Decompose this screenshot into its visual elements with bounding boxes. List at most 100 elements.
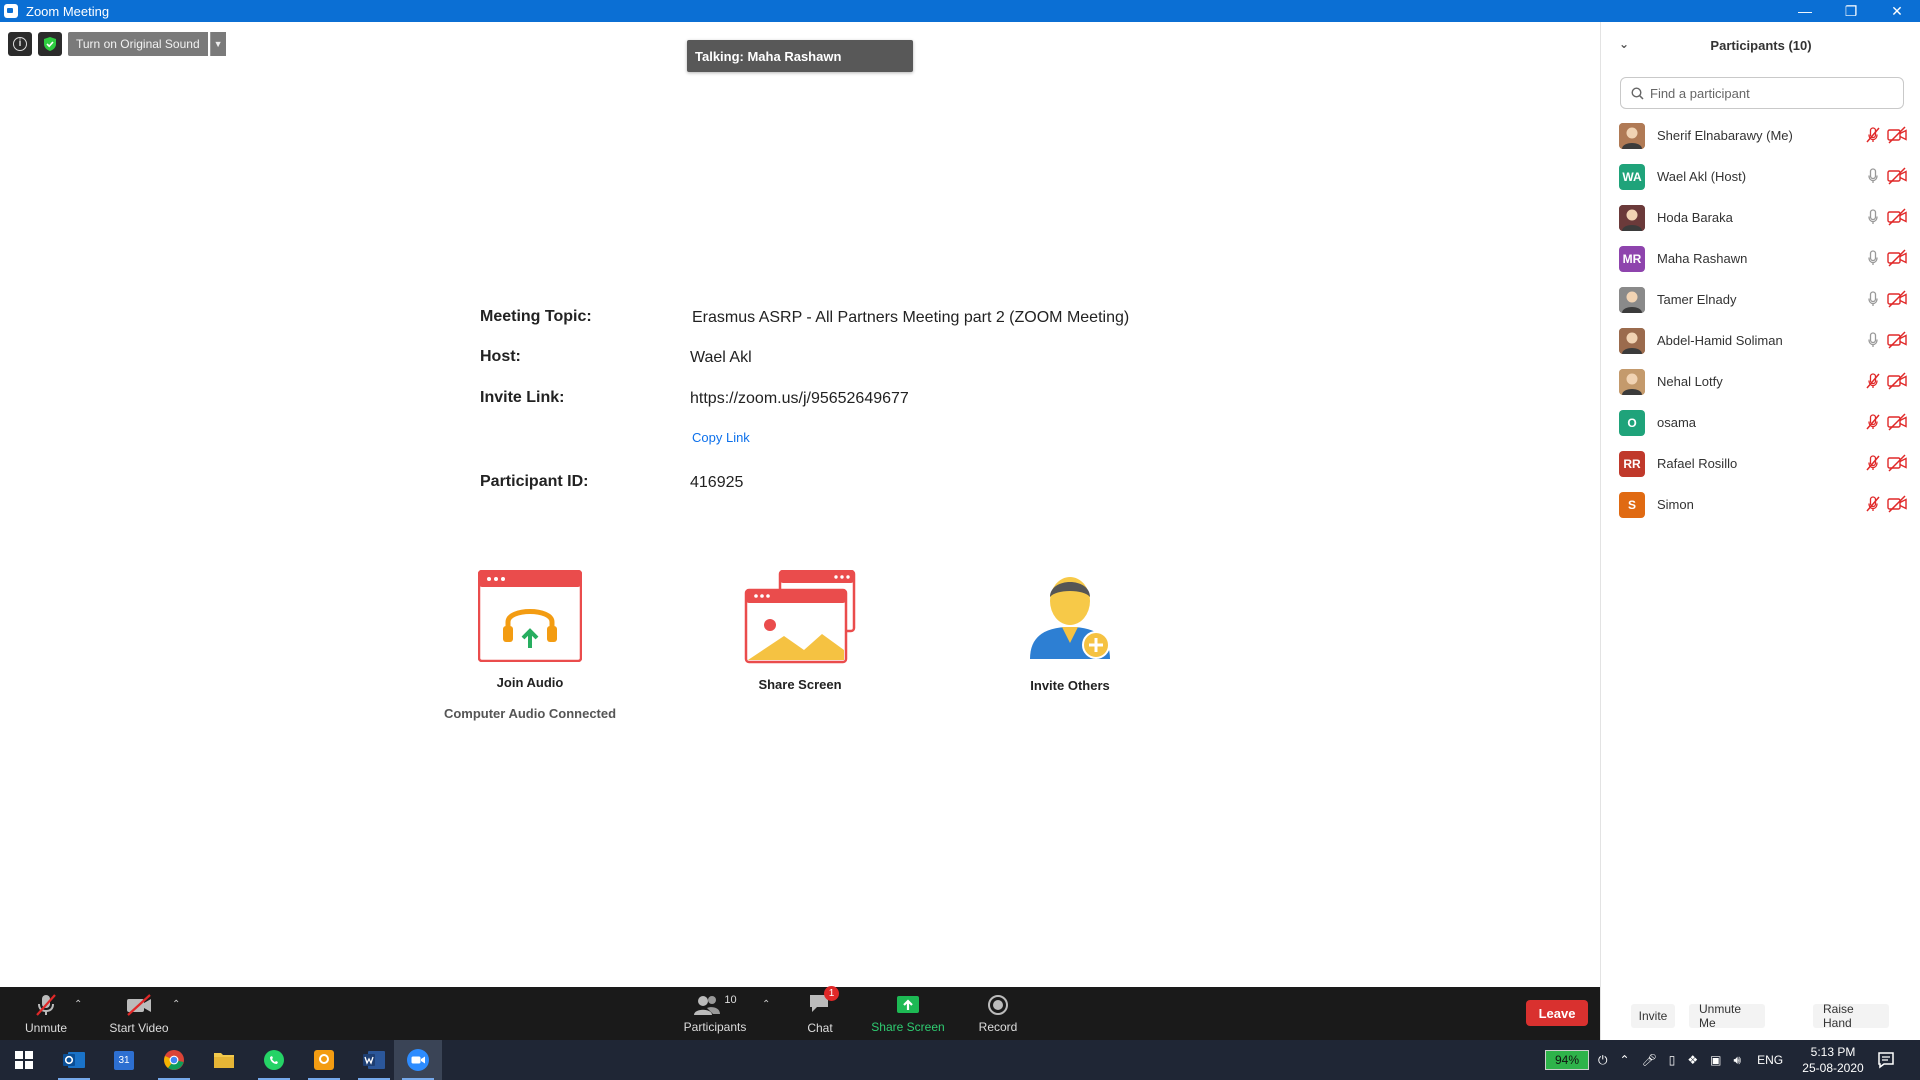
participant-row[interactable]: Tamer Elnady <box>1601 279 1920 320</box>
participant-row[interactable]: RR Rafael Rosillo <box>1601 443 1920 484</box>
video-off-icon[interactable] <box>1886 412 1908 432</box>
outlook-icon <box>63 1052 85 1068</box>
clock-date: 25-08-2020 <box>1802 1061 1864 1075</box>
network-icon[interactable]: ▣ <box>1710 1053 1721 1067</box>
taskbar-file-explorer[interactable] <box>200 1040 248 1080</box>
video-off-icon[interactable] <box>1886 289 1908 309</box>
video-off-icon[interactable] <box>1886 330 1908 350</box>
battery-tray-icon[interactable]: ▯ <box>1669 1053 1676 1067</box>
participant-avatar <box>1619 327 1645 354</box>
input-language[interactable]: ENG <box>1757 1053 1783 1067</box>
video-off-icon <box>127 993 151 1016</box>
share-screen-tile[interactable]: Share Screen <box>720 569 880 692</box>
unmute-label: Unmute <box>24 1020 68 1035</box>
show-hidden-icons-chevron[interactable]: ⌃ <box>1620 1053 1630 1067</box>
shield-icon <box>44 37 56 51</box>
participant-row[interactable]: Abdel-Hamid Soliman <box>1601 320 1920 361</box>
leave-button[interactable]: Leave <box>1526 1000 1588 1026</box>
participant-row[interactable]: Sherif Elnabarawy (Me) <box>1601 115 1920 156</box>
participant-initials: O <box>1627 415 1637 430</box>
meeting-topic-value: Erasmus ASRP - All Partners Meeting part… <box>692 309 1130 326</box>
meeting-info-button[interactable]: i <box>8 32 32 56</box>
meeting-toolbar: Unmute ⌃ Start Video ⌃ 10 Participants ⌃ <box>0 986 1600 1040</box>
taskbar-zoom-app[interactable] <box>300 1040 348 1080</box>
muted-mic-icon[interactable] <box>1863 371 1883 391</box>
window-title: Zoom Meeting <box>26 3 110 19</box>
taskbar-clock[interactable]: 5:13 PM 25-08-2020 <box>1800 1044 1866 1076</box>
microphone-icon[interactable]: 🎤︎ <box>1642 1053 1657 1067</box>
original-sound-dropdown[interactable]: ▼ <box>209 32 226 56</box>
taskbar-whatsapp[interactable] <box>250 1040 298 1080</box>
action-center-button[interactable] <box>1862 1040 1910 1080</box>
mic-icon[interactable] <box>1863 207 1883 227</box>
participants-button[interactable]: 10 Participants <box>680 987 750 1040</box>
mic-icon[interactable] <box>1863 248 1883 268</box>
volume-icon[interactable]: 🔊︎ <box>1734 1053 1742 1068</box>
app-orange-icon <box>314 1050 334 1070</box>
taskbar-word[interactable] <box>350 1040 398 1080</box>
participant-row[interactable]: MR Maha Rashawn <box>1601 238 1920 279</box>
chat-button[interactable]: 1 Chat <box>794 986 846 1040</box>
chevron-down-icon: ▼ <box>213 39 223 49</box>
close-icon[interactable]: ✕ <box>1874 0 1920 22</box>
taskbar-outlook[interactable] <box>50 1040 98 1080</box>
muted-mic-icon[interactable] <box>1863 494 1883 514</box>
mic-icon[interactable] <box>1863 166 1883 186</box>
video-off-icon[interactable] <box>1886 494 1908 514</box>
participant-search-input[interactable] <box>1650 85 1890 101</box>
record-button[interactable]: Record <box>972 987 1024 1040</box>
chat-label: Chat <box>807 1021 833 1035</box>
taskbar-zoom[interactable] <box>394 1040 442 1080</box>
copy-link-button[interactable]: Copy Link <box>692 430 750 445</box>
start-button[interactable] <box>0 1040 48 1080</box>
participant-row[interactable]: Nehal Lotfy <box>1601 361 1920 402</box>
participant-initials: S <box>1627 497 1636 512</box>
invite-others-tile[interactable]: Invite Others <box>990 567 1150 693</box>
power-plug-icon[interactable]: ⏻ <box>1598 1053 1608 1068</box>
chat-badge: 1 <box>824 986 839 1001</box>
participant-row[interactable]: Oosama <box>1601 402 1920 443</box>
participant-list: Sherif Elnabarawy (Me) WA Wael Akl (Host) H… <box>1601 115 1920 525</box>
participant-initials: RR <box>1623 456 1641 471</box>
invite-button[interactable]: Invite <box>1631 1004 1675 1028</box>
participant-id-label: Participant ID: <box>480 473 589 490</box>
video-off-icon[interactable] <box>1886 453 1908 473</box>
participant-row[interactable]: WA Wael Akl (Host) <box>1601 156 1920 197</box>
participant-avatar <box>1619 286 1645 313</box>
unmute-me-button[interactable]: Unmute Me <box>1689 1002 1765 1030</box>
restore-icon[interactable]: ❐ <box>1828 0 1874 22</box>
video-off-icon[interactable] <box>1886 125 1908 145</box>
video-off-icon[interactable] <box>1886 248 1908 268</box>
battery-indicator[interactable]: 94% <box>1545 1050 1589 1070</box>
collapse-chevron-icon[interactable]: ⌄ <box>1619 37 1629 51</box>
security-shield-button[interactable] <box>38 32 62 56</box>
participant-row[interactable]: Hoda Baraka <box>1601 197 1920 238</box>
muted-mic-icon[interactable] <box>1863 412 1883 432</box>
video-off-icon[interactable] <box>1886 371 1908 391</box>
share-screen-button[interactable]: Share Screen <box>868 987 948 1040</box>
dropbox-icon[interactable]: ❖ <box>1687 1053 1698 1067</box>
participant-row[interactable]: S Simon <box>1601 484 1920 525</box>
original-sound-button[interactable]: Turn on Original Sound <box>68 32 208 56</box>
start-video-button[interactable]: Start Video <box>106 987 172 1040</box>
chrome-icon <box>164 1050 184 1070</box>
participants-options-caret[interactable]: ⌃ <box>762 999 770 1010</box>
mic-icon[interactable] <box>1863 289 1883 309</box>
video-options-caret[interactable]: ⌃ <box>172 999 180 1010</box>
invite-others-label: Invite Others <box>1030 678 1110 693</box>
record-label: Record <box>978 1019 1018 1034</box>
mic-icon[interactable] <box>1863 330 1883 350</box>
raise-hand-button[interactable]: Raise Hand <box>1813 1002 1889 1030</box>
participant-avatar: O <box>1619 409 1645 436</box>
video-off-icon[interactable] <box>1886 166 1908 186</box>
minimize-icon[interactable]: — <box>1782 0 1828 22</box>
unmute-button[interactable]: Unmute <box>18 987 74 1040</box>
taskbar-chrome[interactable] <box>150 1040 198 1080</box>
panel-title: Participants (10) <box>1710 37 1812 53</box>
join-audio-tile[interactable]: Join Audio Computer Audio Connected <box>440 569 620 721</box>
audio-options-caret[interactable]: ⌃ <box>74 999 82 1010</box>
video-off-icon[interactable] <box>1886 207 1908 227</box>
muted-mic-icon[interactable] <box>1863 125 1883 145</box>
muted-mic-icon[interactable] <box>1863 453 1883 473</box>
taskbar-calendar[interactable]: 31 <box>100 1040 148 1080</box>
